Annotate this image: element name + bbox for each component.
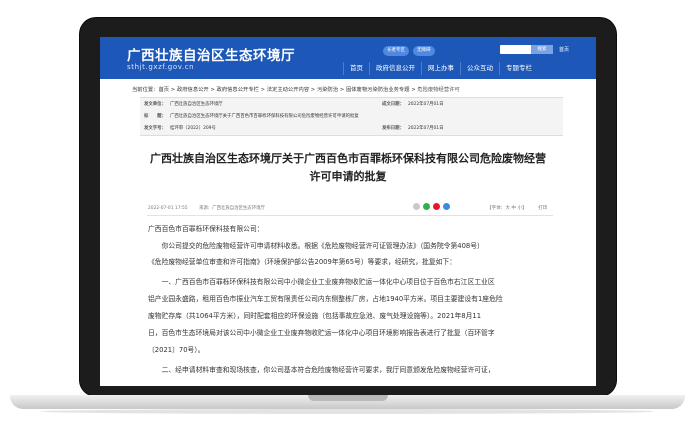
search-button[interactable]: 搜索 <box>531 45 553 54</box>
top-links: 长者专区 无障碍 <box>383 46 435 56</box>
breadcrumb: 当前位置：首页 > 政府信息公开 > 政府信息公开专栏 > 法定主动公开内容 >… <box>132 85 460 93</box>
elder-zone-link[interactable]: 长者专区 <box>383 46 409 56</box>
site-title[interactable]: 广西壮族自治区生态环境厅 <box>127 44 295 64</box>
meta-issuer-value: 广西壮族自治区生态环境厅 <box>169 102 223 107</box>
nav-item-info-disclosure[interactable]: 政府信息公开 <box>369 62 421 75</box>
meta-title-value: 广西壮族自治区生态环境厅关于广西百色市百罪栎环保科技有限公司危险废物经营许可申请… <box>169 114 359 119</box>
meta-date-value: 2022年07月01日 <box>407 102 444 107</box>
source-value: 广西壮族自治区生态环境厅 <box>212 206 265 211</box>
body-paragraph-line: 一、广西百色市百罪栎环保科技有限公司中小微企业工业废弃物收贮运一体化中心项目位于… <box>148 278 495 286</box>
meta-number-label: 发文字号： <box>144 126 166 131</box>
body-paragraph-line: 二、经申请材料审查和现场核查，你公司基本符合危险废物经营许可要求，我厅同意颁发危… <box>148 366 495 374</box>
body-paragraph-line: 日，百色市生态环境局对该公司中小微企业工业废弃物收贮运一体化中心项目环境影响报告… <box>148 329 495 337</box>
body-paragraph-line: 废物贮存库（共1064平方米），同时配套相应的环保设施（包括事故应急池、废气处理… <box>148 312 482 320</box>
body-paragraph-line: 铝产业园永盛路，租用百色市振业汽车工贸有限责任公司内东侧整栋厂房，占地1940平… <box>148 295 503 303</box>
meta-pubdate-label: 发布日期： <box>382 126 404 131</box>
document-info: 2022-07-01 17:55 来源：广西壮族自治区生态环境厅 <box>148 205 265 211</box>
meta-issuer-label: 发文单位： <box>144 102 166 107</box>
meta-pubdate-value: 2022年07月01日 <box>407 126 444 131</box>
nav-item-special-topics[interactable]: 专题专栏 <box>499 62 538 75</box>
meta-number: 发文字号： 桂环审〔2022〕209号 <box>144 125 216 131</box>
breadcrumb-separator: > <box>258 87 267 93</box>
body-paragraph-line: 广西百色市百罪栎环保科技有限公司： <box>148 225 264 233</box>
site-url: sthjt.gxzf.gov.cn <box>127 63 195 71</box>
share-generic-icon[interactable] <box>413 203 420 210</box>
breadcrumb-item[interactable]: 法定主动公开内容 <box>267 87 309 93</box>
browser-screen: 广西壮族自治区生态环境厅 sthjt.gxzf.gov.cn 长者专区 无障碍 … <box>100 37 596 386</box>
breadcrumb-separator: > <box>309 87 317 93</box>
body-paragraph-line: 〔2021〕70号）。 <box>148 346 205 354</box>
meta-issuer: 发文单位： 广西壮族自治区生态环境厅 <box>144 101 223 107</box>
share-icons <box>413 203 450 210</box>
nav-item-online-services[interactable]: 网上办事 <box>421 62 460 75</box>
breadcrumb-item[interactable]: 政府信息公开 <box>177 87 209 93</box>
laptop-notch <box>308 395 388 401</box>
main-nav: 首页 政府信息公开 网上办事 公众互动 专题专栏 <box>343 62 596 75</box>
breadcrumb-separator: > <box>169 87 177 93</box>
nav-item-public-interaction[interactable]: 公众互动 <box>460 62 499 75</box>
laptop-shadow <box>40 409 655 414</box>
breadcrumb-separator: > <box>208 87 217 93</box>
document-title-line1: 广西壮族自治区生态环境厅关于广西百色市百罪栎环保科技有限公司危险废物经营 <box>150 152 546 165</box>
font-size-control: 【字体：大 中 小】 打印 <box>487 205 547 211</box>
source-label: 来源： <box>198 206 213 211</box>
breadcrumb-current[interactable]: 危险废物经营许可 <box>417 87 459 93</box>
document-datetime: 2022-07-01 17:55 <box>148 206 188 211</box>
site-header: 广西壮族自治区生态环境厅 sthjt.gxzf.gov.cn 长者专区 无障碍 … <box>100 37 596 79</box>
title-divider <box>147 215 553 216</box>
accessibility-link[interactable]: 无障碍 <box>413 46 435 56</box>
meta-date-label: 成文日期： <box>382 102 404 107</box>
breadcrumb-item[interactable]: 污染防治 <box>317 87 338 93</box>
breadcrumb-item[interactable]: 首页 <box>159 87 170 93</box>
font-size-options[interactable]: 【字体：大 中 小】 <box>487 206 527 211</box>
meta-pubdate: 发布日期： 2022年07月01日 <box>382 125 444 131</box>
meta-date: 成文日期： 2022年07月01日 <box>382 101 444 107</box>
print-button[interactable]: 打印 <box>538 206 547 211</box>
meta-title: 标 题： 广西壮族自治区生态环境厅关于广西百色市百罪栎环保科技有限公司危险废物经营… <box>144 113 359 119</box>
breadcrumb-prefix: 当前位置： <box>132 87 159 93</box>
wechat-icon[interactable] <box>423 203 430 210</box>
meta-title-label: 标 题： <box>144 114 166 119</box>
weibo-icon[interactable] <box>433 203 440 210</box>
breadcrumb-separator: > <box>338 87 346 93</box>
breadcrumb-item[interactable]: 固体废物污染防治业务专题 <box>346 87 410 93</box>
nav-item-home[interactable]: 首页 <box>343 62 369 75</box>
meta-number-value: 桂环审〔2022〕209号 <box>169 126 216 131</box>
body-paragraph-line: 你公司提交的危险废物经营许可申请材料收悉。根据《危险废物经营许可证管理办法》（国… <box>148 242 484 250</box>
body-paragraph-line: 《危险废物经营单位审查和许可指南》（环境保护部公告2009年第65号）等要求，经… <box>148 258 457 266</box>
document-title-line2: 许可申请的批复 <box>309 170 387 183</box>
home-link[interactable]: 首页 <box>559 46 569 53</box>
breadcrumb-item[interactable]: 政府信息公开专栏 <box>217 87 259 93</box>
qzone-icon[interactable] <box>443 203 450 210</box>
